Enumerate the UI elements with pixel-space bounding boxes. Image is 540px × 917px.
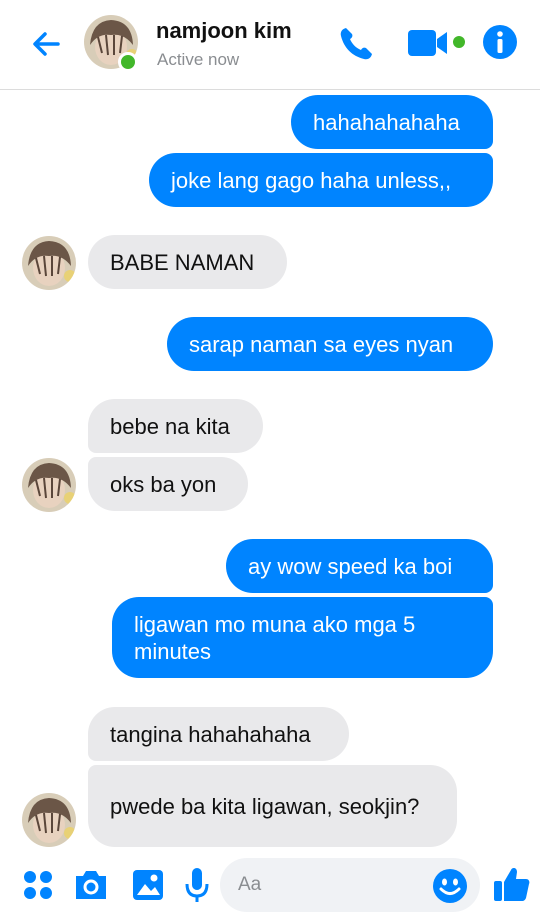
message-bubble-outgoing[interactable]: ligawan mo muna ako mga 5 minutes [112, 597, 493, 678]
message-bubble-incoming[interactable]: tangina hahahahaha [88, 707, 349, 761]
message-bubble-incoming[interactable]: oks ba yon [88, 457, 248, 511]
message-bubble-incoming[interactable]: pwede ba kita ligawan, seokjin? [88, 765, 457, 847]
message-bubble-outgoing[interactable]: joke lang gago haha unless,, [149, 153, 493, 207]
contact-status: Active now [157, 50, 240, 69]
message-composer: Aa [0, 852, 540, 917]
contact-avatar[interactable] [22, 236, 76, 290]
contact-avatar[interactable] [22, 458, 76, 512]
contact-avatar[interactable] [22, 793, 76, 847]
video-camera-icon[interactable] [406, 27, 468, 59]
info-icon[interactable] [482, 24, 518, 60]
emoji-icon[interactable] [432, 868, 468, 904]
chat-header: namjoon kim Active now [0, 0, 540, 90]
message-bubble-outgoing[interactable]: sarap naman sa eyes nyan [167, 317, 493, 371]
apps-grid-icon[interactable] [22, 869, 54, 901]
back-arrow-icon[interactable] [28, 26, 64, 62]
message-bubble-incoming[interactable]: BABE NAMAN [88, 235, 287, 289]
message-input-placeholder: Aa [238, 874, 262, 895]
message-bubble-outgoing[interactable]: ay wow speed ka boi [226, 539, 493, 593]
thumbs-up-icon[interactable] [492, 864, 532, 904]
camera-icon[interactable] [73, 868, 109, 902]
phone-icon[interactable] [336, 24, 376, 64]
contact-name[interactable]: namjoon kim [156, 18, 292, 44]
message-bubble-outgoing[interactable]: hahahahahaha [291, 95, 493, 149]
microphone-icon[interactable] [184, 866, 210, 904]
message-input[interactable]: Aa [220, 858, 480, 912]
message-bubble-incoming[interactable]: bebe na kita [88, 399, 263, 453]
online-status-dot [118, 52, 138, 72]
gallery-icon[interactable] [131, 868, 165, 902]
